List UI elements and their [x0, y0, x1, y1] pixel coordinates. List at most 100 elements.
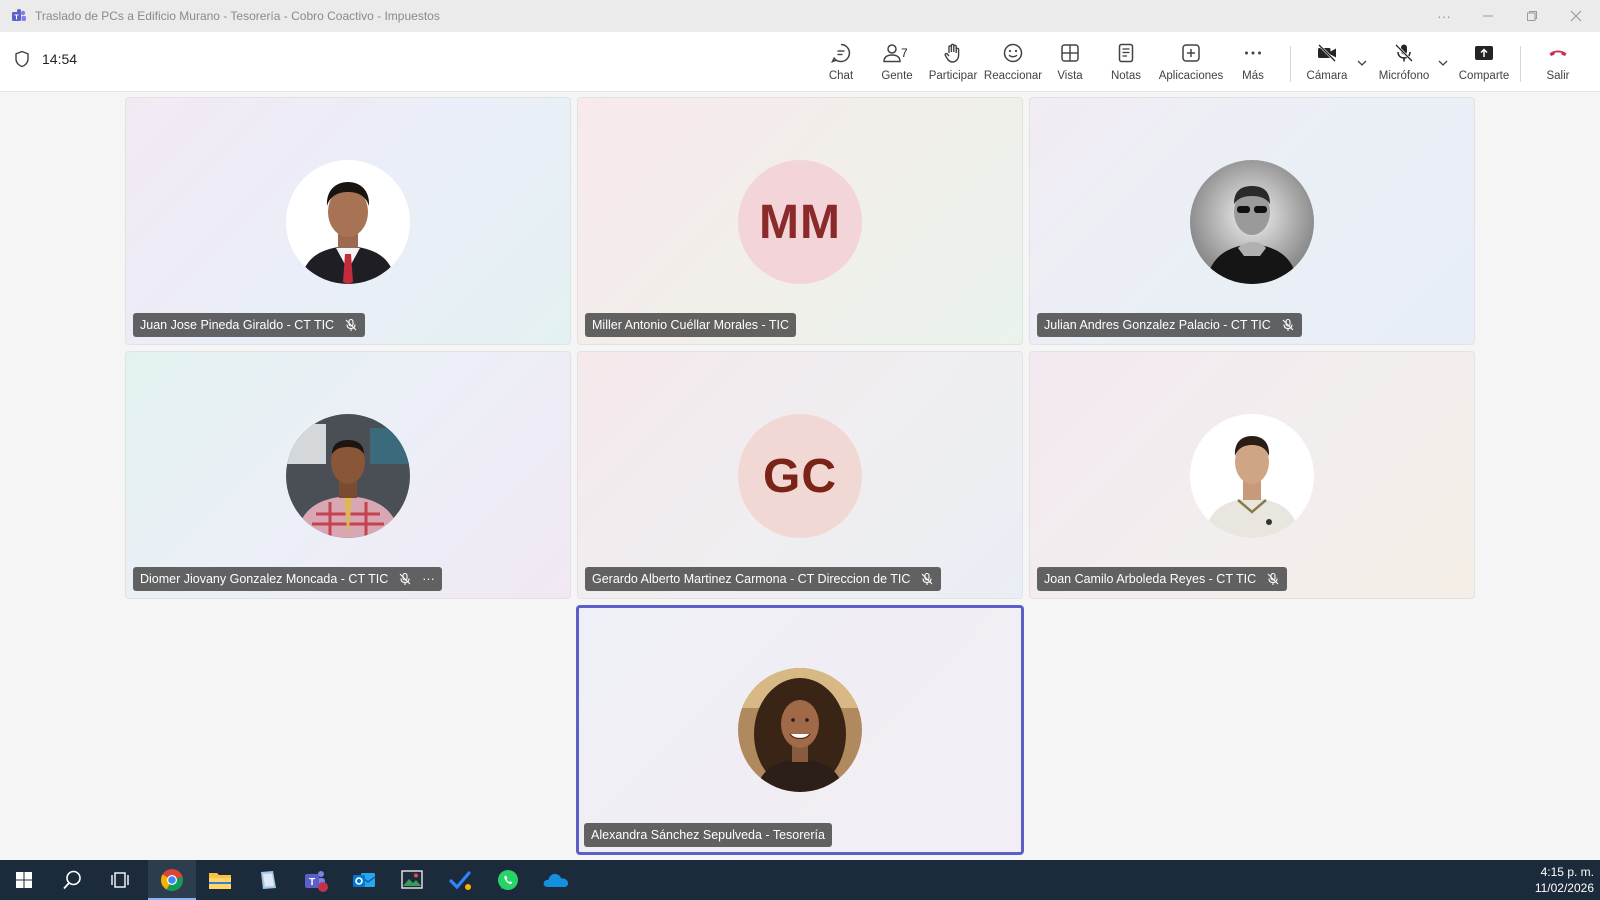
participant-tile[interactable]: Joan Camilo Arboleda Reyes - CT TIC — [1029, 351, 1475, 599]
chat-icon — [830, 43, 851, 63]
react-label: Reaccionar — [983, 70, 1043, 82]
participant-photo — [738, 668, 862, 792]
more-button[interactable]: Más — [1238, 38, 1268, 88]
raise-hand-button[interactable]: Participar — [928, 38, 978, 88]
windows-start-icon — [16, 872, 32, 888]
people-label: Gente — [881, 70, 913, 82]
share-button[interactable]: Comparte — [1458, 38, 1510, 88]
participant-tile[interactable]: GC Gerardo Alberto Martinez Carmona - CT… — [577, 351, 1023, 599]
toolbar-separator — [1520, 46, 1521, 82]
participant-name-tag: Joan Camilo Arboleda Reyes - CT TIC — [1037, 567, 1288, 591]
svg-text:T: T — [14, 14, 19, 21]
hang-up-icon — [1549, 50, 1567, 56]
participant-tile[interactable]: Juan Jose Pineda Giraldo - CT TIC — [125, 97, 571, 345]
onedrive-icon — [543, 873, 569, 887]
notes-button[interactable]: Notas — [1107, 38, 1145, 88]
mic-label: Micrófono — [1378, 70, 1430, 82]
more-label: Más — [1242, 70, 1264, 82]
taskbar-onedrive[interactable] — [532, 860, 580, 900]
view-button[interactable]: Vista — [1052, 38, 1088, 88]
participant-name-tag: Diomer Jiovany Gonzalez Moncada - CT TIC… — [133, 567, 442, 591]
participant-initials-avatar: GC — [738, 414, 862, 538]
participant-name: Julian Andres Gonzalez Palacio - CT TIC — [1044, 318, 1271, 332]
share-screen-icon — [1475, 46, 1493, 60]
smile-icon — [1003, 43, 1023, 63]
leave-label: Salir — [1546, 70, 1570, 82]
participant-name-tag: Miller Antonio Cuéllar Morales - TIC — [585, 313, 797, 337]
minimize-button[interactable] — [1468, 0, 1508, 32]
notes-label: Notas — [1110, 70, 1142, 82]
participant-tile[interactable]: Julian Andres Gonzalez Palacio - CT TIC — [1029, 97, 1475, 345]
ellipsis-icon — [1245, 51, 1261, 55]
apps-button[interactable]: Aplicaciones — [1159, 38, 1223, 88]
mic-muted-icon — [1267, 572, 1279, 585]
clock-time: 4:15 p. m. — [1540, 865, 1594, 879]
view-label: Vista — [1057, 70, 1083, 82]
windows-start-button[interactable] — [0, 860, 48, 900]
taskbar-clock[interactable]: 4:15 p. m. 11/02/2026 — [1535, 864, 1594, 896]
chat-button[interactable]: Chat — [822, 38, 860, 88]
react-button[interactable]: Reaccionar — [983, 38, 1043, 88]
taskbar-photos[interactable] — [388, 860, 436, 900]
participant-tile-active-speaker[interactable]: Alexandra Sánchez Sepulveda - Tesorería — [576, 605, 1024, 855]
teams-app-icon: T — [12, 9, 26, 21]
participant-name-tag: Alexandra Sánchez Sepulveda - Tesorería — [584, 823, 832, 847]
task-view-icon — [111, 872, 129, 888]
window-title: Traslado de PCs a Edificio Murano - Teso… — [35, 9, 440, 23]
notes-app-icon — [261, 871, 276, 889]
camera-options-chevron-icon[interactable] — [1355, 56, 1369, 70]
taskbar-teams[interactable]: T — [292, 860, 340, 900]
whatsapp-icon — [498, 870, 518, 890]
participant-initials-avatar: MM — [738, 160, 862, 284]
close-button[interactable] — [1556, 0, 1596, 32]
camera-off-icon — [1318, 44, 1336, 62]
grid-view-icon — [1061, 44, 1079, 62]
taskbar-whatsapp[interactable] — [484, 860, 532, 900]
leave-button[interactable]: Salir — [1540, 38, 1576, 88]
mic-muted-icon — [399, 572, 411, 585]
chrome-icon — [161, 869, 183, 891]
task-view-button[interactable] — [96, 860, 144, 900]
participant-tile[interactable]: Diomer Jiovany Gonzalez Moncada - CT TIC… — [125, 351, 571, 599]
people-button[interactable]: 7 Gente — [877, 38, 917, 88]
taskbar-notes-app[interactable] — [244, 860, 292, 900]
participant-name-tag: Julian Andres Gonzalez Palacio - CT TIC — [1037, 313, 1302, 337]
participant-name: Joan Camilo Arboleda Reyes - CT TIC — [1044, 572, 1257, 586]
participant-name: Gerardo Alberto Martinez Carmona - CT Di… — [592, 572, 911, 586]
mic-button[interactable]: Micrófono — [1376, 38, 1432, 88]
taskbar-todo[interactable] — [436, 860, 484, 900]
toolbar-separator — [1290, 46, 1291, 82]
taskbar-search-button[interactable] — [48, 860, 96, 900]
taskbar-chrome[interactable] — [148, 860, 196, 900]
search-icon — [63, 870, 81, 890]
add-app-icon — [1182, 44, 1200, 62]
participant-name-tag: Juan Jose Pineda Giraldo - CT TIC — [133, 313, 366, 337]
mic-options-chevron-icon[interactable] — [1436, 56, 1450, 70]
participant-name: Diomer Jiovany Gonzalez Moncada - CT TIC — [140, 572, 389, 586]
chat-label: Chat — [828, 70, 854, 82]
participant-photo — [1190, 414, 1314, 538]
restore-button[interactable] — [1512, 0, 1552, 32]
window-title-bar: T Traslado de PCs a Edificio Murano - Te… — [0, 0, 1600, 32]
participant-more-options-icon[interactable]: ··· — [422, 572, 435, 586]
participant-photo — [286, 160, 410, 284]
meeting-timer: 14:54 — [14, 50, 77, 68]
taskbar-file-explorer[interactable] — [196, 860, 244, 900]
participant-tile[interactable]: MM Miller Antonio Cuéllar Morales - TIC — [577, 97, 1023, 345]
svg-text:T: T — [309, 877, 315, 888]
hand-icon — [944, 43, 960, 63]
person-icon — [883, 44, 901, 63]
shield-icon — [15, 50, 29, 68]
camera-label: Cámara — [1306, 70, 1348, 82]
share-label: Comparte — [1458, 70, 1510, 82]
teams-icon: T — [305, 871, 328, 892]
taskbar-outlook[interactable] — [340, 860, 388, 900]
raise-label: Participar — [928, 70, 978, 82]
notes-icon — [1118, 43, 1134, 63]
more-options-icon[interactable]: ··· — [1424, 0, 1464, 32]
apps-label: Aplicaciones — [1158, 70, 1224, 82]
camera-button[interactable]: Cámara — [1306, 38, 1348, 88]
file-explorer-icon — [209, 873, 231, 889]
mic-muted-icon — [345, 318, 357, 331]
participant-name: Alexandra Sánchez Sepulveda - Tesorería — [591, 828, 825, 842]
